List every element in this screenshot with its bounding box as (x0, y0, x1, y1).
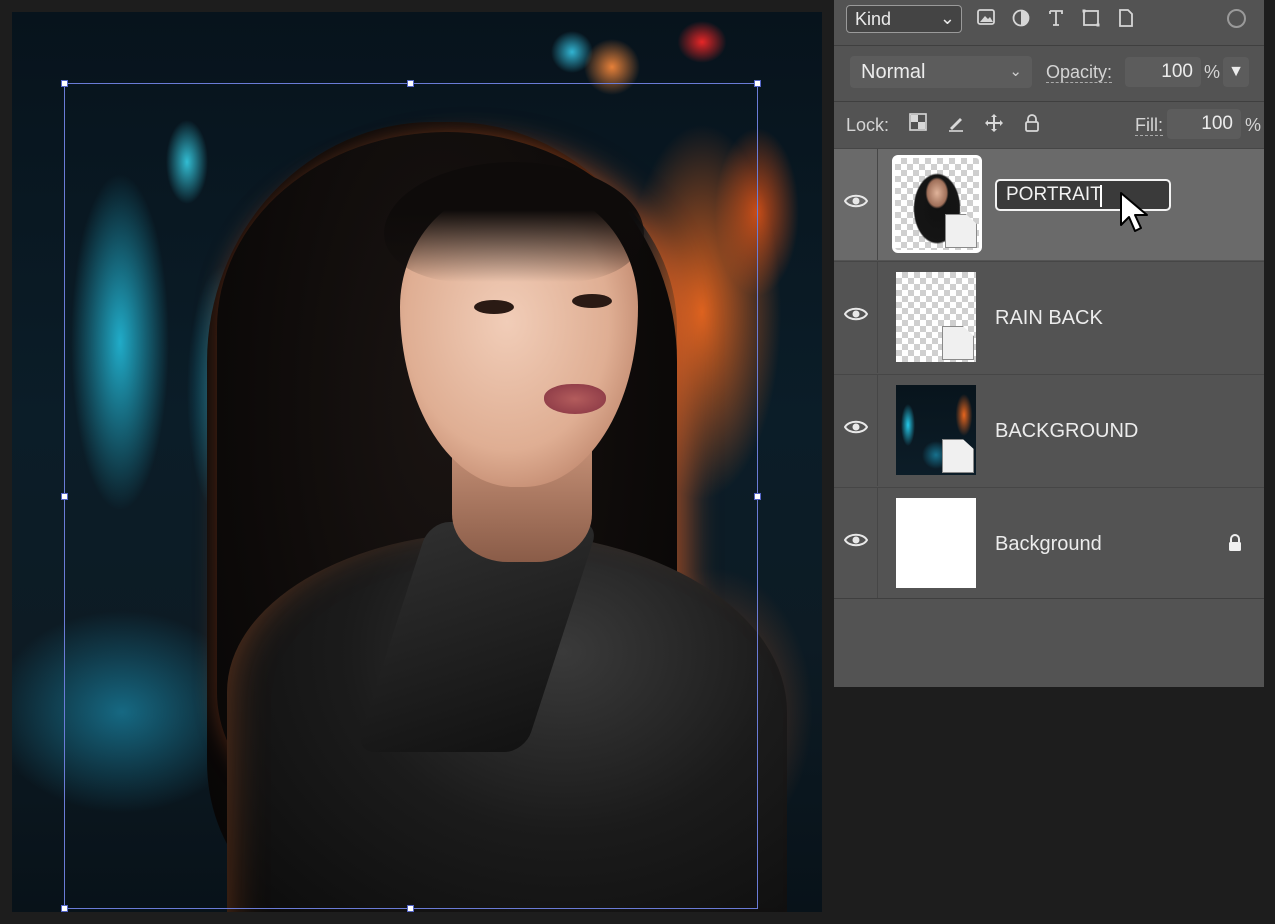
filter-kind-select[interactable]: Kind ⌄ (846, 5, 962, 33)
blend-mode-value: Normal (861, 61, 926, 83)
fill-label[interactable]: Fill: (1135, 115, 1163, 136)
visibility-column (834, 262, 878, 373)
fill-unit: % (1245, 115, 1262, 135)
lock-image-pixels-icon[interactable] (945, 113, 967, 135)
type-filter-icon[interactable] (1046, 8, 1066, 28)
eye-icon[interactable] (844, 193, 868, 209)
transform-handle-middle-right[interactable] (754, 493, 761, 500)
shape-filter-icon[interactable] (1081, 8, 1101, 28)
lock-icon[interactable] (1226, 533, 1244, 553)
layer-thumbnail-background[interactable] (896, 498, 976, 588)
layer-name[interactable]: BACKGROUND (995, 420, 1138, 443)
transform-handle-top-center[interactable] (407, 80, 414, 87)
eye-icon[interactable] (844, 532, 868, 548)
layers-panel: Kind ⌄ Normal ⌄ Opacity: 100 % ▼ Lock: F… (834, 0, 1264, 687)
opacity-label[interactable]: Opacity: (1046, 62, 1113, 83)
layer-name[interactable]: RAIN BACK (995, 307, 1103, 330)
filter-toggle-icon[interactable] (1227, 9, 1246, 28)
layer-row-rain-back[interactable]: RAIN BACK (834, 261, 1264, 373)
fill-input[interactable]: 100 (1167, 109, 1241, 139)
filter-kind-label: Kind (855, 9, 892, 29)
lock-transparent-pixels-icon[interactable] (907, 113, 929, 135)
transform-handle-bottom-left[interactable] (61, 905, 68, 912)
transform-handle-bottom-center[interactable] (407, 905, 414, 912)
transform-handle-middle-left[interactable] (61, 493, 68, 500)
eye-icon[interactable] (844, 306, 868, 322)
smart-object-badge-icon (942, 439, 974, 473)
layer-thumbnail-rain-back[interactable] (896, 272, 976, 362)
opacity-unit: % (1204, 62, 1221, 82)
layer-thumbnail-background-photo[interactable] (896, 385, 976, 475)
chevron-down-icon: ⌄ (939, 8, 955, 28)
chevron-down-icon: ⌄ (1009, 63, 1022, 80)
layer-thumbnail-portrait[interactable] (892, 155, 982, 253)
blend-opacity-row: Normal ⌄ Opacity: 100 % ▼ (834, 46, 1264, 100)
layer-row-background-locked[interactable]: Background (834, 487, 1264, 599)
mouse-pointer-icon (1120, 192, 1148, 232)
opacity-input[interactable]: 100 (1125, 57, 1201, 87)
lock-position-icon[interactable] (983, 113, 1005, 135)
document-canvas[interactable] (12, 12, 822, 912)
smart-object-badge-icon (942, 326, 974, 360)
visibility-column (834, 488, 878, 599)
layer-row-background-photo[interactable]: BACKGROUND (834, 374, 1264, 486)
blend-mode-select[interactable]: Normal ⌄ (850, 56, 1032, 88)
layer-name[interactable]: Background (995, 533, 1102, 556)
visibility-column (834, 375, 878, 486)
lock-all-icon[interactable] (1021, 113, 1043, 135)
divider (834, 598, 1264, 599)
transform-bounding-box[interactable] (64, 83, 758, 909)
transform-handle-top-right[interactable] (754, 80, 761, 87)
transform-handle-top-left[interactable] (61, 80, 68, 87)
lock-label: Lock: (846, 115, 890, 135)
eye-icon[interactable] (844, 419, 868, 435)
layer-filter-row: Kind ⌄ (834, 0, 1264, 45)
lock-fill-row: Lock: Fill: 100 % (834, 101, 1264, 149)
text-caret (1100, 185, 1102, 207)
image-filter-icon[interactable] (976, 8, 996, 28)
smart-object-filter-icon[interactable] (1116, 8, 1136, 28)
visibility-column (834, 149, 878, 260)
adjustment-filter-icon[interactable] (1011, 8, 1031, 28)
opacity-dropdown-icon[interactable]: ▼ (1223, 57, 1249, 87)
layer-row-portrait[interactable] (834, 148, 1264, 260)
